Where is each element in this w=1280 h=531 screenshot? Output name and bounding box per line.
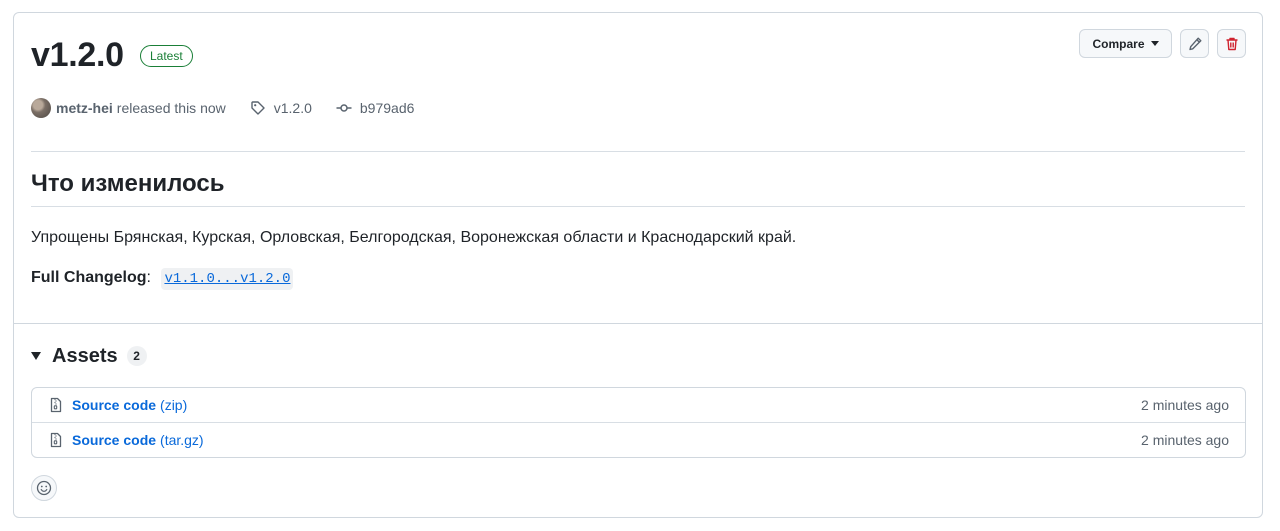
latest-badge: Latest [140, 45, 193, 67]
asset-row-targz[interactable]: Source code (tar.gz) 2 minutes ago [32, 422, 1245, 457]
author-link[interactable]: metz-hei [56, 100, 113, 116]
tag-link[interactable]: v1.2.0 [274, 100, 312, 116]
commit-link[interactable]: b979ad6 [360, 100, 415, 116]
avatar[interactable] [31, 98, 51, 118]
file-zip-icon [48, 397, 64, 413]
notes-body: Упрощены Брянская, Курская, Орловская, Б… [31, 229, 797, 246]
asset-name[interactable]: Source code [72, 432, 156, 448]
asset-name[interactable]: Source code [72, 397, 156, 413]
asset-time: 2 minutes ago [1141, 432, 1229, 448]
tag-icon [250, 100, 266, 116]
release-title[interactable]: v1.2.0 [31, 33, 124, 77]
asset-time: 2 minutes ago [1141, 397, 1229, 413]
asset-row-zip[interactable]: Source code (zip) 2 minutes ago [32, 388, 1245, 422]
notes-heading: Что изменилось [31, 170, 225, 197]
release-meta: metz-hei released this now v1.2.0 b979ad… [31, 97, 414, 119]
divider [14, 323, 1262, 324]
add-reaction-button[interactable] [31, 475, 57, 501]
git-commit-icon [336, 100, 352, 116]
changelog-compare-link[interactable]: v1.1.0...v1.2.0 [161, 268, 294, 290]
compare-button[interactable]: Compare [1079, 29, 1172, 58]
changelog-colon: : [146, 269, 151, 286]
delete-release-button[interactable] [1217, 29, 1246, 58]
pencil-icon [1187, 36, 1203, 52]
chevron-down-icon [1150, 41, 1159, 46]
assets-toggle[interactable]: Assets 2 [31, 344, 147, 368]
full-changelog: Full Changelog: v1.1.0...v1.2.0 [31, 267, 294, 290]
compare-button-label: Compare [1092, 36, 1145, 51]
assets-title: Assets [52, 344, 118, 367]
edit-release-button[interactable] [1180, 29, 1209, 58]
trash-icon [1224, 36, 1240, 52]
asset-ext[interactable]: (zip) [160, 397, 187, 413]
changelog-label: Full Changelog [31, 269, 147, 286]
divider [31, 206, 1245, 207]
assets-count-badge: 2 [126, 346, 147, 366]
asset-ext[interactable]: (tar.gz) [160, 432, 204, 448]
release-card: v1.2.0 Latest metz-hei released this now… [13, 12, 1263, 518]
triangle-down-icon [31, 352, 41, 360]
divider [31, 151, 1245, 152]
file-zip-icon [48, 432, 64, 448]
assets-list: Source code (zip) 2 minutes ago Source c… [31, 387, 1246, 458]
smiley-icon [36, 480, 52, 496]
released-text: released this now [116, 100, 226, 116]
